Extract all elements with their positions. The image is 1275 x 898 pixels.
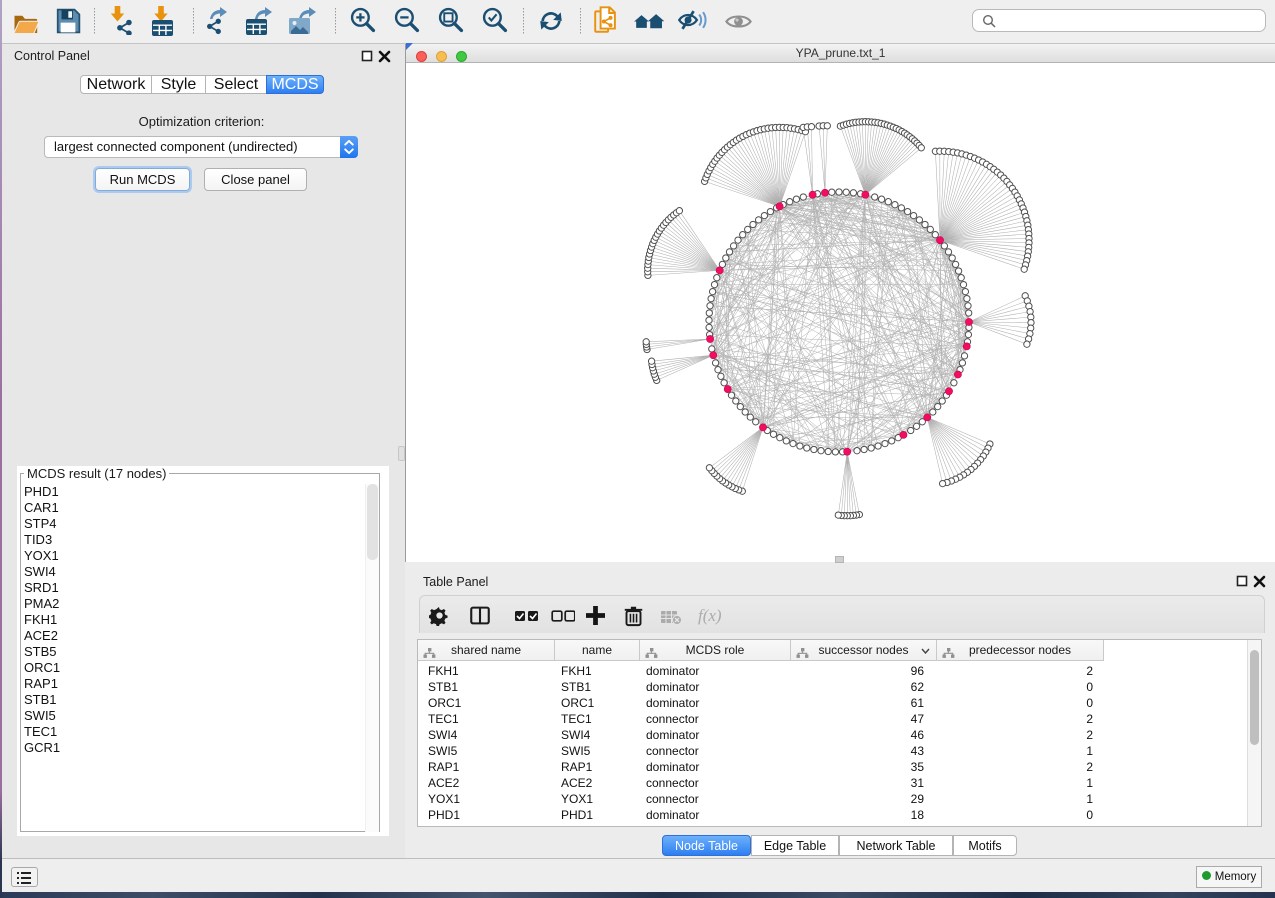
svg-text:f(x): f(x): [698, 606, 722, 625]
